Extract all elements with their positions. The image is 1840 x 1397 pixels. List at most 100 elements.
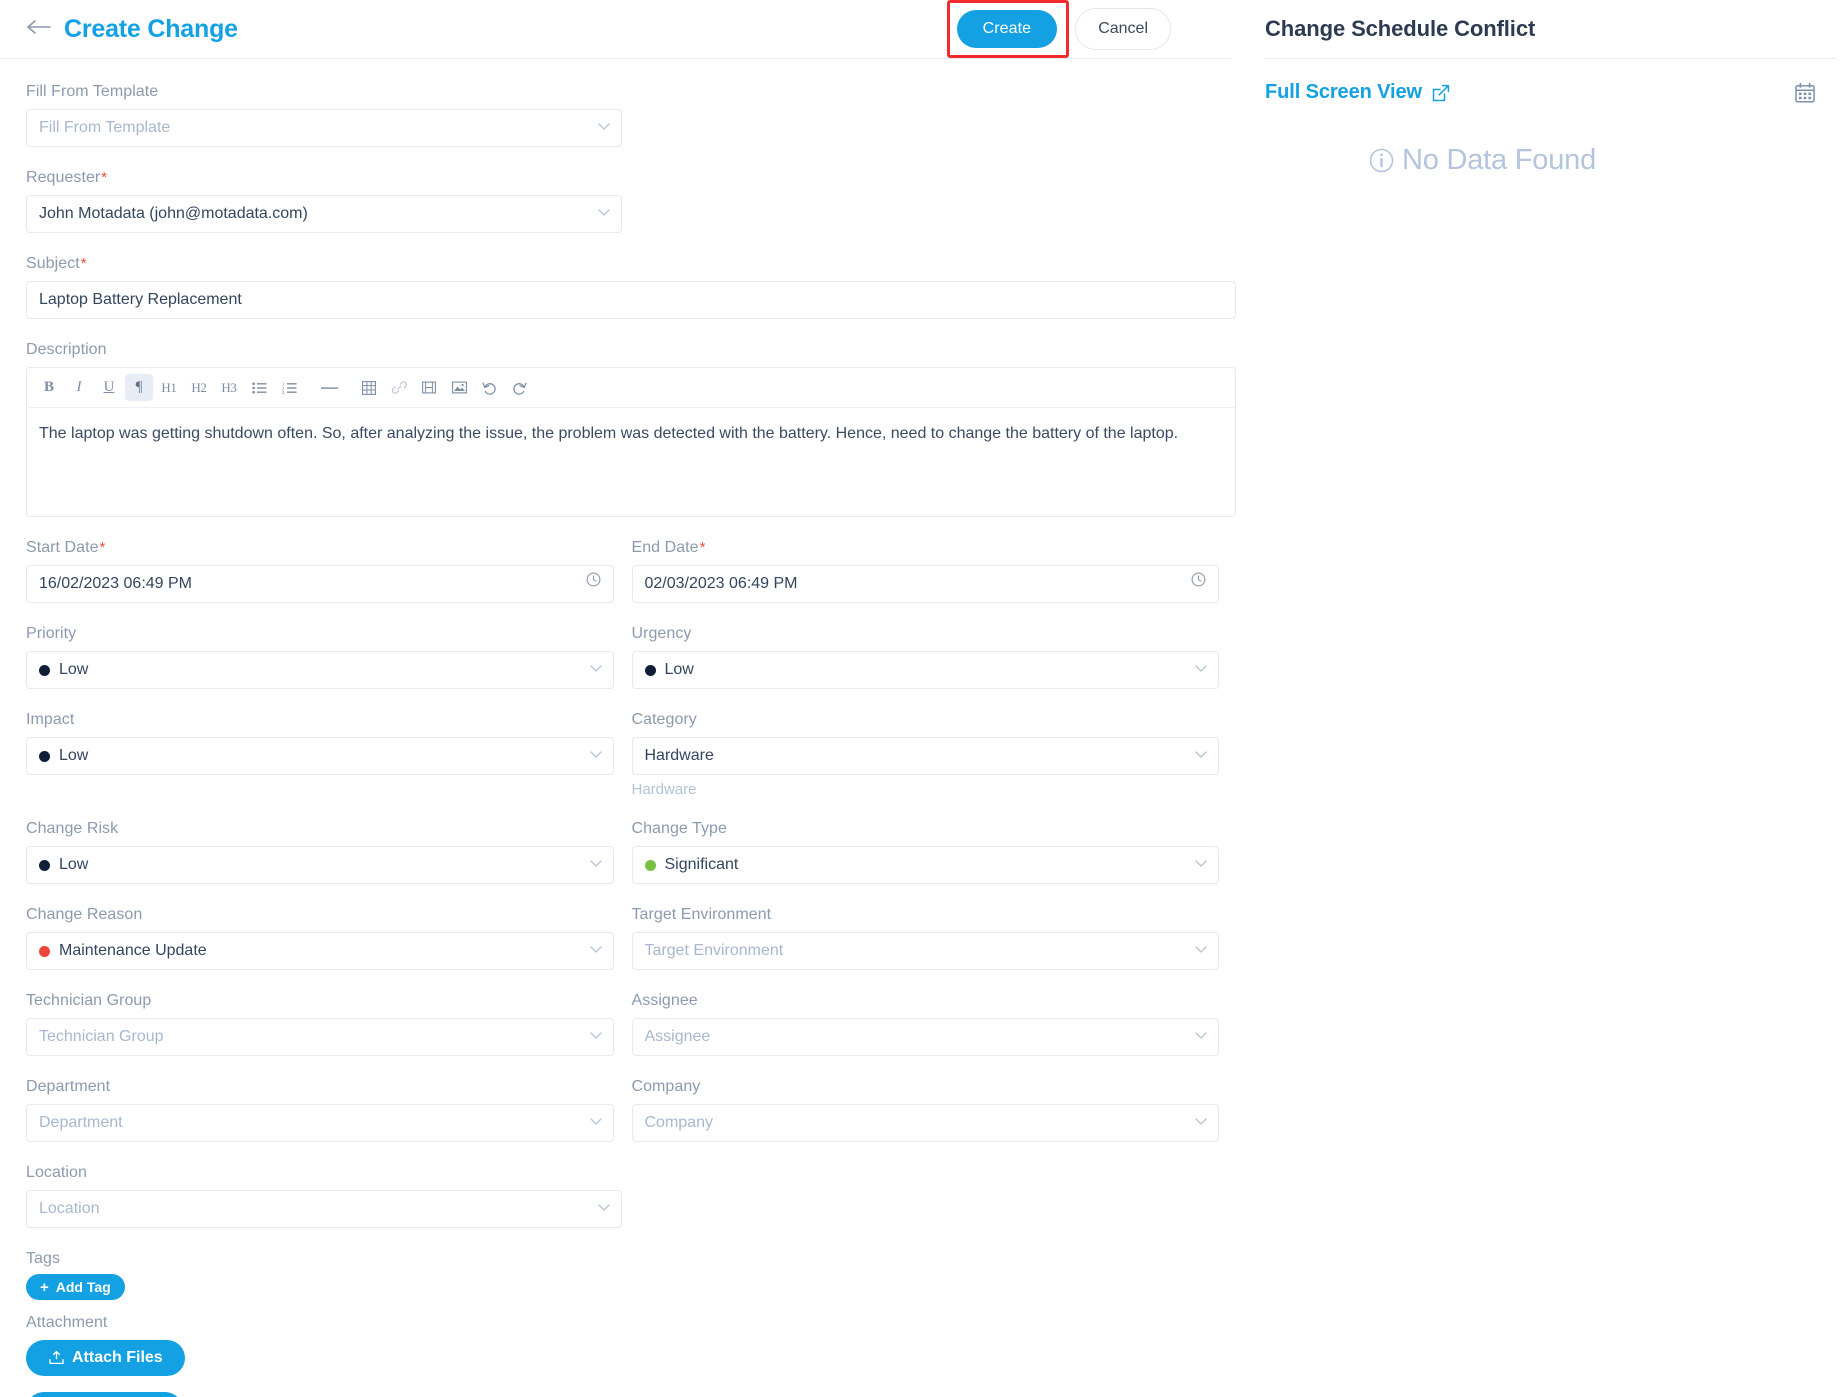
required-asterisk: * [699,539,706,556]
bullet-list-icon[interactable] [245,374,273,401]
target-environment-placeholder: Target Environment [644,942,784,959]
chevron-down-icon [589,860,602,871]
heading-3-icon[interactable]: H3 [215,374,243,401]
create-button[interactable]: Create [956,10,1058,48]
change-risk-label: Change Risk [26,820,119,837]
attachment-label: Attachment [26,1314,108,1331]
chevron-down-icon [1195,946,1207,957]
technician-assignee-row: Technician Group Technician Group Assign… [26,992,1219,1078]
field-technician-group: Technician Group Technician Group [26,992,614,1056]
italic-icon[interactable]: I [65,374,93,401]
chevron-down-icon [598,1204,610,1215]
impact-color-dot [39,750,50,762]
info-icon [1369,148,1394,173]
cancel-button[interactable]: Cancel [1075,8,1171,50]
change-reason-color-dot [39,945,50,957]
category-label: Category [631,711,697,728]
fill-from-template-select[interactable]: Fill From Template [26,109,622,147]
heading-1-icon[interactable]: H1 [155,374,183,401]
horizontal-rule-icon[interactable] [315,374,343,401]
requester-select[interactable]: John Motadata (john@motadata.com) [26,195,622,233]
chevron-down-icon [1195,1118,1207,1129]
chevron-down-icon [1195,1032,1207,1043]
link-icon[interactable] [385,374,413,401]
image-icon[interactable] [445,374,473,401]
numbered-list-icon[interactable]: 1 2 3 [275,374,303,401]
priority-label: Priority [26,625,77,642]
field-company: Company Company [631,1078,1219,1142]
add-tag-button[interactable]: + Add Tag [26,1274,125,1300]
svg-text:3: 3 [282,390,285,394]
bold-icon[interactable]: B [35,374,63,401]
subject-input[interactable]: Laptop Battery Replacement [26,281,1236,319]
underline-icon[interactable]: U [95,374,123,401]
field-subject: Subject* Laptop Battery Replacement [26,255,1236,319]
urgency-label: Urgency [631,625,692,642]
attach-files-label: Attach Files [72,1349,163,1366]
date-row: Start Date* 16/02/2023 06:49 PM End Date… [26,539,1219,625]
priority-select[interactable]: Low [26,651,614,689]
risk-type-row: Change Risk Low Change Type Significant [26,820,1219,906]
chevron-down-icon [589,1118,602,1129]
change-risk-select[interactable]: Low [26,846,614,884]
location-label: Location [26,1164,87,1181]
change-type-value: Significant [664,856,739,873]
right-panel-title: Change Schedule Conflict [1265,16,1536,41]
change-reason-label: Change Reason [26,906,143,923]
urgency-color-dot [644,664,656,676]
right-panel-header: Change Schedule Conflict [1265,0,1840,58]
table-icon[interactable] [355,374,383,401]
heading-2-icon[interactable]: H2 [185,374,213,401]
department-company-row: Department Department Company Company [26,1078,1219,1164]
field-change-type: Change Type Significant [631,820,1219,884]
rich-text-editor: B I U ¶ H1 H2 H3 1 2 3 The laptop was ge… [26,367,1236,517]
target-environment-select[interactable]: Target Environment [631,932,1219,970]
urgency-select[interactable]: Low [631,651,1219,689]
attach-files-button[interactable]: Attach Files [26,1340,185,1376]
field-target-environment: Target Environment Target Environment [631,906,1219,970]
start-date-input[interactable]: 16/02/2023 06:49 PM [26,565,614,603]
technician-group-label: Technician Group [26,992,152,1009]
impact-value: Low [59,747,89,764]
undo-icon[interactable] [475,374,503,401]
change-form: Fill From Template Fill From Template Re… [0,59,1245,1397]
location-select[interactable]: Location [26,1190,622,1228]
company-select[interactable]: Company [631,1104,1219,1142]
end-date-input[interactable]: 02/03/2023 06:49 PM [631,565,1219,603]
assignee-select[interactable]: Assignee [631,1018,1219,1056]
department-select[interactable]: Department [26,1104,614,1142]
urgency-value: Low [664,661,694,678]
external-link-icon[interactable] [1431,83,1451,103]
field-location: Location Location [26,1164,622,1228]
fill-from-template-label: Fill From Template [26,83,159,100]
field-change-reason: Change Reason Maintenance Update [26,906,614,970]
editor-toolbar: B I U ¶ H1 H2 H3 1 2 3 [27,368,1235,408]
clock-icon[interactable] [1191,572,1206,592]
full-screen-view-link[interactable]: Full Screen View [1265,81,1422,104]
priority-value: Low [59,661,89,678]
redo-icon[interactable] [505,374,533,401]
video-icon[interactable] [415,374,443,401]
create-change-page: Create Change Create Cancel Fill From Te… [0,0,1840,1397]
field-department: Department Department [26,1078,614,1142]
category-select[interactable]: Hardware [631,737,1219,775]
change-risk-color-dot [39,859,50,871]
description-label: Description [26,341,107,358]
field-requester: Requester* John Motadata (john@motadata.… [26,169,622,233]
link-assets-button[interactable]: Link Assets [26,1392,184,1397]
impact-select[interactable]: Low [26,737,614,775]
calendar-icon[interactable] [1794,82,1816,104]
description-text[interactable]: The laptop was getting shutdown often. S… [27,408,1235,516]
chevron-down-icon [598,209,610,220]
paragraph-icon[interactable]: ¶ [125,374,153,401]
clock-icon[interactable] [586,572,601,592]
chevron-down-icon [589,665,602,676]
start-date-label: Start Date* [26,539,106,556]
form-header: Create Change Create Cancel [0,0,1245,58]
change-type-select[interactable]: Significant [631,846,1219,884]
arrow-left-icon[interactable] [26,16,52,41]
empty-state: No Data Found [1265,144,1840,177]
add-tag-label: Add Tag [55,1279,111,1295]
change-reason-select[interactable]: Maintenance Update [26,932,614,970]
technician-group-select[interactable]: Technician Group [26,1018,614,1056]
